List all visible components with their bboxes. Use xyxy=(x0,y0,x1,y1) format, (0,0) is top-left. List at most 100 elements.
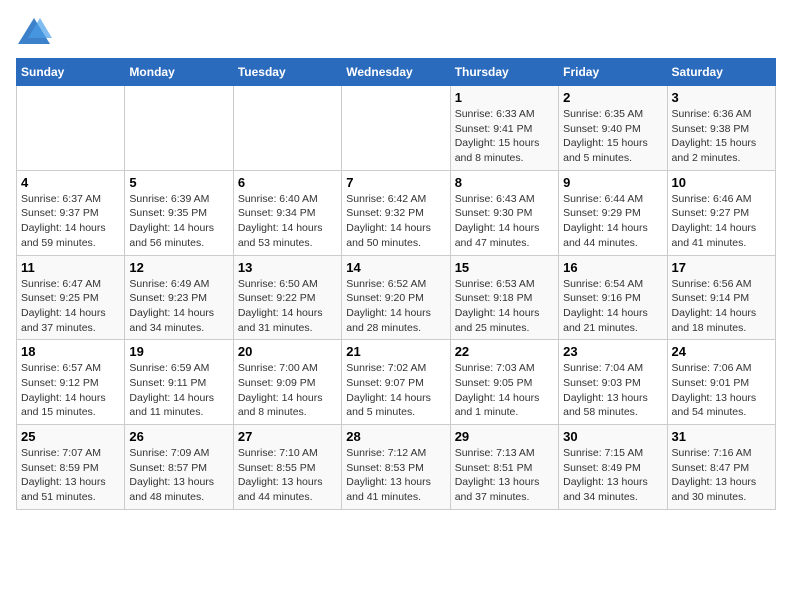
day-info: Sunrise: 6:44 AM Sunset: 9:29 PM Dayligh… xyxy=(563,192,662,251)
day-number: 12 xyxy=(129,260,228,275)
day-number: 5 xyxy=(129,175,228,190)
day-info: Sunrise: 7:09 AM Sunset: 8:57 PM Dayligh… xyxy=(129,446,228,505)
calendar-cell: 19Sunrise: 6:59 AM Sunset: 9:11 PM Dayli… xyxy=(125,340,233,425)
calendar-cell: 22 Sunrise: 7:03 AM Sunset: 9:05 PM Dayli… xyxy=(450,340,558,425)
calendar-week-row: 4 Sunrise: 6:37 AM Sunset: 9:37 PM Daylig… xyxy=(17,170,776,255)
calendar-table: SundayMondayTuesdayWednesdayThursdayFrid… xyxy=(16,58,776,510)
calendar-cell: 4 Sunrise: 6:37 AM Sunset: 9:37 PM Daylig… xyxy=(17,170,125,255)
calendar-cell: 11 Sunrise: 6:47 AM Sunset: 9:25 PM Dayli… xyxy=(17,255,125,340)
calendar-cell: 3 Sunrise: 6:36 AM Sunset: 9:38 PM Daylig… xyxy=(667,86,775,171)
calendar-cell: 17 Sunrise: 6:56 AM Sunset: 9:14 PM Dayli… xyxy=(667,255,775,340)
calendar-header-tuesday: Tuesday xyxy=(233,59,341,86)
calendar-header-row: SundayMondayTuesdayWednesdayThursdayFrid… xyxy=(17,59,776,86)
day-number: 8 xyxy=(455,175,554,190)
day-number: 18 xyxy=(21,344,120,359)
calendar-cell: 6 Sunrise: 6:40 AM Sunset: 9:34 PM Daylig… xyxy=(233,170,341,255)
calendar-cell: 1 Sunrise: 6:33 AM Sunset: 9:41 PM Daylig… xyxy=(450,86,558,171)
calendar-cell: 30 Sunrise: 7:15 AM Sunset: 8:49 PM Dayli… xyxy=(559,425,667,510)
day-info: Sunrise: 6:49 AM Sunset: 9:23 PM Dayligh… xyxy=(129,277,228,336)
day-info: Sunrise: 7:13 AM Sunset: 8:51 PM Dayligh… xyxy=(455,446,554,505)
day-info: Sunrise: 6:37 AM Sunset: 9:37 PM Dayligh… xyxy=(21,192,120,251)
day-info: Sunrise: 6:47 AM Sunset: 9:25 PM Dayligh… xyxy=(21,277,120,336)
day-number: 4 xyxy=(21,175,120,190)
day-number: 24 xyxy=(672,344,771,359)
day-info: Sunrise: 7:00 AM Sunset: 9:09 PM Dayligh… xyxy=(238,361,337,420)
calendar-cell xyxy=(17,86,125,171)
day-info: Sunrise: 6:43 AM Sunset: 9:30 PM Dayligh… xyxy=(455,192,554,251)
day-number: 27 xyxy=(238,429,337,444)
calendar-header-thursday: Thursday xyxy=(450,59,558,86)
calendar-cell: 26 Sunrise: 7:09 AM Sunset: 8:57 PM Dayli… xyxy=(125,425,233,510)
day-info: Sunrise: 7:02 AM Sunset: 9:07 PM Dayligh… xyxy=(346,361,445,420)
day-info: Sunrise: 6:46 AM Sunset: 9:27 PM Dayligh… xyxy=(672,192,771,251)
day-info: Sunrise: 6:53 AM Sunset: 9:18 PM Dayligh… xyxy=(455,277,554,336)
day-info: Sunrise: 6:57 AM Sunset: 9:12 PM Dayligh… xyxy=(21,361,120,420)
calendar-cell: 23 Sunrise: 7:04 AM Sunset: 9:03 PM Dayli… xyxy=(559,340,667,425)
calendar-cell xyxy=(125,86,233,171)
day-number: 20 xyxy=(238,344,337,359)
day-number: 16 xyxy=(563,260,662,275)
calendar-cell: 16 Sunrise: 6:54 AM Sunset: 9:16 PM Dayli… xyxy=(559,255,667,340)
calendar-cell: 25 Sunrise: 7:07 AM Sunset: 8:59 PM Dayli… xyxy=(17,425,125,510)
calendar-cell: 2 Sunrise: 6:35 AM Sunset: 9:40 PM Daylig… xyxy=(559,86,667,171)
day-number: 31 xyxy=(672,429,771,444)
day-info: Sunrise: 7:03 AM Sunset: 9:05 PM Dayligh… xyxy=(455,361,554,420)
day-number: 14 xyxy=(346,260,445,275)
calendar-header-saturday: Saturday xyxy=(667,59,775,86)
day-number: 7 xyxy=(346,175,445,190)
day-number: 15 xyxy=(455,260,554,275)
calendar-cell: 15 Sunrise: 6:53 AM Sunset: 9:18 PM Dayli… xyxy=(450,255,558,340)
day-info: Sunrise: 6:56 AM Sunset: 9:14 PM Dayligh… xyxy=(672,277,771,336)
calendar-cell: 9 Sunrise: 6:44 AM Sunset: 9:29 PM Daylig… xyxy=(559,170,667,255)
day-number: 9 xyxy=(563,175,662,190)
calendar-cell: 13Sunrise: 6:50 AM Sunset: 9:22 PM Dayli… xyxy=(233,255,341,340)
day-info: Sunrise: 7:15 AM Sunset: 8:49 PM Dayligh… xyxy=(563,446,662,505)
day-info: Sunrise: 7:04 AM Sunset: 9:03 PM Dayligh… xyxy=(563,361,662,420)
day-info: Sunrise: 6:54 AM Sunset: 9:16 PM Dayligh… xyxy=(563,277,662,336)
day-number: 25 xyxy=(21,429,120,444)
page-header xyxy=(16,16,776,46)
day-info: Sunrise: 6:52 AM Sunset: 9:20 PM Dayligh… xyxy=(346,277,445,336)
day-number: 22 xyxy=(455,344,554,359)
day-number: 29 xyxy=(455,429,554,444)
calendar-header-sunday: Sunday xyxy=(17,59,125,86)
calendar-cell: 7Sunrise: 6:42 AM Sunset: 9:32 PM Daylig… xyxy=(342,170,450,255)
calendar-cell: 5 Sunrise: 6:39 AM Sunset: 9:35 PM Daylig… xyxy=(125,170,233,255)
calendar-week-row: 11 Sunrise: 6:47 AM Sunset: 9:25 PM Dayli… xyxy=(17,255,776,340)
day-number: 21 xyxy=(346,344,445,359)
day-number: 11 xyxy=(21,260,120,275)
day-info: Sunrise: 7:16 AM Sunset: 8:47 PM Dayligh… xyxy=(672,446,771,505)
calendar-cell: 27 Sunrise: 7:10 AM Sunset: 8:55 PM Dayli… xyxy=(233,425,341,510)
calendar-cell: 28Sunrise: 7:12 AM Sunset: 8:53 PM Dayli… xyxy=(342,425,450,510)
day-number: 10 xyxy=(672,175,771,190)
calendar-cell xyxy=(233,86,341,171)
day-info: Sunrise: 6:59 AM Sunset: 9:11 PM Dayligh… xyxy=(129,361,228,420)
day-info: Sunrise: 6:33 AM Sunset: 9:41 PM Dayligh… xyxy=(455,107,554,166)
day-number: 30 xyxy=(563,429,662,444)
day-info: Sunrise: 7:07 AM Sunset: 8:59 PM Dayligh… xyxy=(21,446,120,505)
day-info: Sunrise: 7:06 AM Sunset: 9:01 PM Dayligh… xyxy=(672,361,771,420)
day-info: Sunrise: 6:36 AM Sunset: 9:38 PM Dayligh… xyxy=(672,107,771,166)
calendar-cell: 18 Sunrise: 6:57 AM Sunset: 9:12 PM Dayli… xyxy=(17,340,125,425)
calendar-cell: 21 Sunrise: 7:02 AM Sunset: 9:07 PM Dayli… xyxy=(342,340,450,425)
day-info: Sunrise: 6:35 AM Sunset: 9:40 PM Dayligh… xyxy=(563,107,662,166)
day-number: 1 xyxy=(455,90,554,105)
day-number: 26 xyxy=(129,429,228,444)
day-info: Sunrise: 7:10 AM Sunset: 8:55 PM Dayligh… xyxy=(238,446,337,505)
calendar-cell: 8 Sunrise: 6:43 AM Sunset: 9:30 PM Daylig… xyxy=(450,170,558,255)
day-info: Sunrise: 6:39 AM Sunset: 9:35 PM Dayligh… xyxy=(129,192,228,251)
day-info: Sunrise: 6:50 AM Sunset: 9:22 PM Dayligh… xyxy=(238,277,337,336)
day-number: 3 xyxy=(672,90,771,105)
calendar-week-row: 18 Sunrise: 6:57 AM Sunset: 9:12 PM Dayli… xyxy=(17,340,776,425)
calendar-cell: 12 Sunrise: 6:49 AM Sunset: 9:23 PM Dayli… xyxy=(125,255,233,340)
day-number: 17 xyxy=(672,260,771,275)
day-number: 23 xyxy=(563,344,662,359)
calendar-week-row: 1 Sunrise: 6:33 AM Sunset: 9:41 PM Daylig… xyxy=(17,86,776,171)
calendar-header-friday: Friday xyxy=(559,59,667,86)
calendar-cell: 14 Sunrise: 6:52 AM Sunset: 9:20 PM Dayli… xyxy=(342,255,450,340)
calendar-cell: 24 Sunrise: 7:06 AM Sunset: 9:01 PM Dayli… xyxy=(667,340,775,425)
day-info: Sunrise: 6:40 AM Sunset: 9:34 PM Dayligh… xyxy=(238,192,337,251)
calendar-cell: 20 Sunrise: 7:00 AM Sunset: 9:09 PM Dayli… xyxy=(233,340,341,425)
day-number: 2 xyxy=(563,90,662,105)
day-number: 6 xyxy=(238,175,337,190)
